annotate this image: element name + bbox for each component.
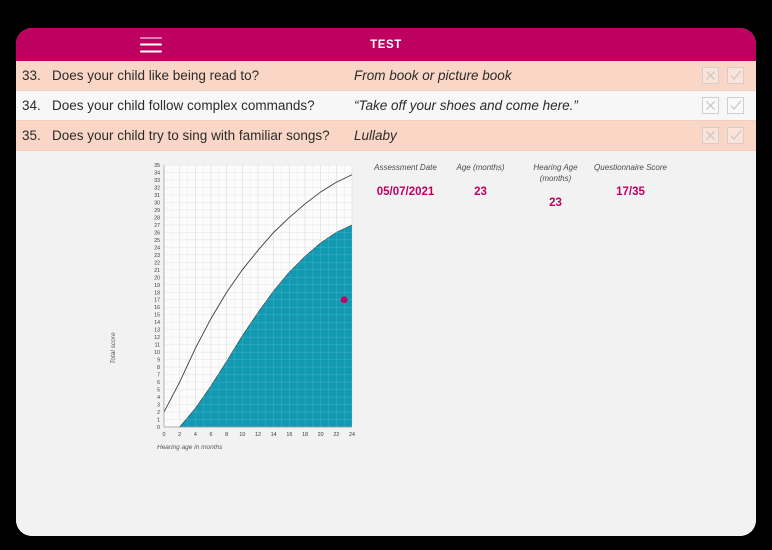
svg-text:0: 0 [163,432,166,438]
question-number: 33. [22,68,41,83]
stat-hearing-age-months: Hearing Age (months) 23 [518,163,593,209]
stats-row: Assessment Date 05/07/2021 Age (months) … [368,163,668,209]
stat-label: Age (months) [456,163,505,172]
svg-text:5: 5 [157,388,160,394]
question-text: Does your child follow complex commands? [52,98,315,113]
svg-text:30: 30 [154,200,160,206]
stat-assessment-date: Assessment Date 05/07/2021 [368,163,443,209]
question-hint: Lullaby [354,128,397,143]
svg-text:32: 32 [154,185,160,191]
svg-text:7: 7 [157,373,160,379]
app-header: TEST [16,28,756,61]
question-text: Does your child try to sing with familia… [52,128,330,143]
app-window: TEST 33. Does your child like being read… [16,28,756,536]
question-text: Does your child like being read to? [52,68,260,83]
svg-text:29: 29 [154,208,160,214]
svg-text:26: 26 [154,230,160,236]
svg-text:3: 3 [157,403,160,409]
question-hint: “Take off your shoes and come here.” [354,98,578,113]
svg-text:6: 6 [210,432,213,438]
svg-text:25: 25 [154,238,160,244]
svg-text:18: 18 [154,290,160,296]
svg-text:14: 14 [271,432,277,438]
stat-label: Assessment Date [374,163,437,172]
svg-text:4: 4 [194,432,197,438]
svg-text:18: 18 [302,432,308,438]
svg-text:33: 33 [154,178,160,184]
check-icon[interactable] [727,127,744,144]
svg-text:2: 2 [157,410,160,416]
question-number: 35. [22,128,41,143]
question-answer-group [702,127,756,144]
stat-value: 23 [474,185,487,198]
check-icon[interactable] [727,67,744,84]
hamburger-icon[interactable] [140,37,162,52]
hamburger-bar [140,43,162,46]
svg-text:2: 2 [178,432,181,438]
stat-value: 05/07/2021 [376,185,435,198]
chart-canvas: 0123456789101112131415161718192021222324… [154,163,355,438]
svg-text:1: 1 [157,418,160,424]
svg-text:9: 9 [157,358,160,364]
svg-text:20: 20 [154,275,160,281]
hamburger-bar [140,37,162,39]
svg-text:15: 15 [154,313,160,319]
svg-text:24: 24 [349,432,355,438]
svg-text:20: 20 [318,432,324,438]
svg-text:21: 21 [154,268,160,274]
table-row[interactable]: 34. Does your child follow complex comma… [16,91,756,121]
svg-text:27: 27 [154,223,160,229]
question-answer-group [702,97,756,114]
svg-text:24: 24 [154,245,160,251]
table-row[interactable]: 33. Does your child like being read to? … [16,61,756,91]
svg-text:16: 16 [286,432,292,438]
svg-text:34: 34 [154,170,160,176]
svg-text:35: 35 [154,163,160,169]
stat-value: 23 [549,196,562,209]
question-answer-group [702,67,756,84]
stat-value: 17/35 [616,185,645,198]
svg-text:12: 12 [154,335,160,341]
score-chart: 0 1 2 3 4 5 6 7 8 9 10 11 12 13 14 15 16 17 18 19 20 21 22 23 24… [110,159,374,459]
svg-text:22: 22 [154,260,160,266]
svg-text:6: 6 [157,380,160,386]
svg-text:11: 11 [155,343,160,349]
svg-text:8: 8 [225,432,228,438]
stat-label: Questionnaire Score [594,163,667,172]
stat-label: Hearing Age (months) [533,163,578,183]
svg-text:13: 13 [154,328,160,334]
svg-text:19: 19 [154,283,160,289]
svg-text:10: 10 [154,350,160,356]
x-icon[interactable] [702,97,719,114]
x-icon[interactable] [702,67,719,84]
svg-text:23: 23 [154,253,160,259]
svg-text:10: 10 [239,432,245,438]
svg-text:28: 28 [154,215,160,221]
svg-text:16: 16 [154,305,160,311]
check-icon[interactable] [727,97,744,114]
question-number: 34. [22,98,41,113]
hamburger-bar [140,50,162,52]
results-panel: 0 1 2 3 4 5 6 7 8 9 10 11 12 13 14 15 16 17 18 19 20 21 22 23 24… [16,151,756,536]
svg-text:31: 31 [154,193,160,199]
table-row[interactable]: 35. Does your child try to sing with fam… [16,121,756,151]
x-icon[interactable] [702,127,719,144]
svg-text:8: 8 [157,365,160,371]
svg-text:22: 22 [333,432,339,438]
stat-age-months: Age (months) 23 [443,163,518,209]
chart-x-axis-label: Hearing age in months [157,444,223,451]
chart-y-axis-label: Total score [110,332,117,364]
svg-text:12: 12 [255,432,261,438]
svg-text:14: 14 [154,320,160,326]
question-hint: From book or picture book [354,68,512,83]
stat-questionnaire-score: Questionnaire Score 17/35 [593,163,668,209]
question-list: 33. Does your child like being read to? … [16,61,756,151]
page-title: TEST [370,38,402,51]
svg-text:0: 0 [157,425,160,431]
svg-text:4: 4 [157,395,160,401]
svg-text:17: 17 [154,298,160,304]
